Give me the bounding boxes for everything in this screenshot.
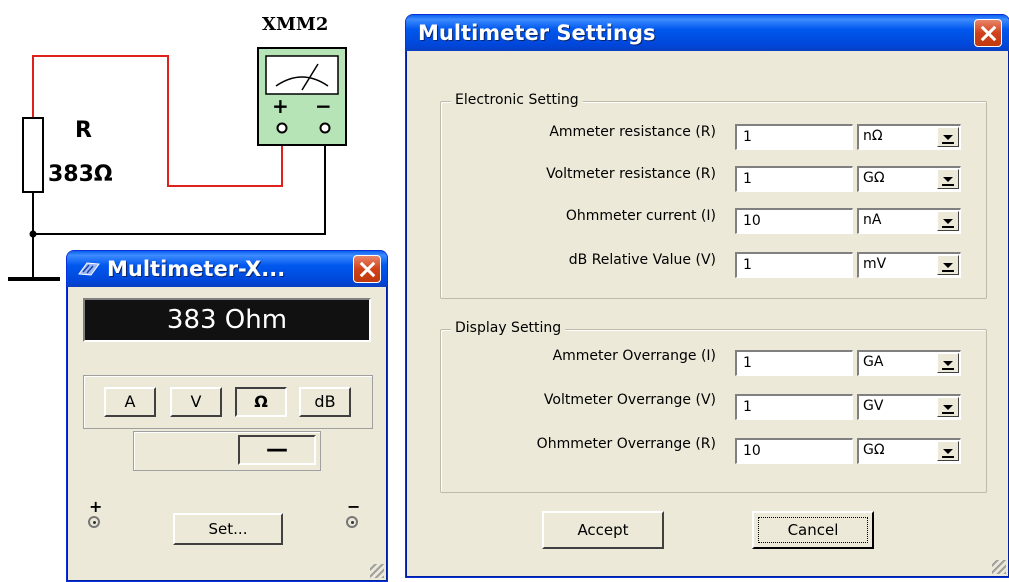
ohmmeter-current-label: Ohmmeter current (I) bbox=[565, 208, 716, 224]
chevron-down-icon[interactable] bbox=[937, 169, 959, 189]
dc-mode-button[interactable]: — bbox=[238, 435, 316, 465]
set-button[interactable]: Set... bbox=[173, 513, 283, 545]
voltmeter-overrange-label: Voltmeter Overrange (V) bbox=[543, 392, 716, 408]
signal-mode-panel: — bbox=[133, 431, 321, 471]
electronic-group-label: Electronic Setting bbox=[451, 92, 583, 108]
ammeter-overrange-label: Ammeter Overrange (I) bbox=[552, 348, 716, 364]
resistor-value: 383Ω bbox=[48, 162, 113, 187]
junction-node bbox=[29, 230, 37, 238]
multimeter-titlebar[interactable]: Multimeter-X... bbox=[67, 251, 387, 287]
multisim-app-icon bbox=[78, 262, 100, 276]
accept-button[interactable]: Accept bbox=[542, 511, 664, 549]
ohmmeter-mode-button[interactable]: Ω bbox=[235, 387, 287, 417]
multimeter-close-icon[interactable] bbox=[353, 255, 381, 283]
ammeter-resistance-unit-select[interactable]: nΩ bbox=[857, 124, 961, 150]
resistor-name: R bbox=[75, 118, 92, 143]
terminal-minus-label: − bbox=[347, 497, 361, 516]
multimeter-title: Multimeter-X... bbox=[107, 257, 286, 281]
ohmmeter-overrange-input[interactable]: 10 bbox=[735, 438, 853, 464]
db-relative-value-label: dB Relative Value (V) bbox=[568, 252, 716, 268]
settings-close-icon[interactable] bbox=[974, 19, 1002, 47]
chevron-down-icon[interactable] bbox=[937, 441, 959, 461]
ammeter-resistance-input[interactable]: 1 bbox=[735, 124, 853, 150]
multimeter-display: 383 Ohm bbox=[83, 298, 371, 342]
resistor-body bbox=[22, 117, 44, 193]
meter-dial bbox=[265, 55, 339, 95]
chevron-down-icon[interactable] bbox=[937, 127, 959, 147]
resize-grip-icon[interactable] bbox=[992, 560, 1006, 574]
db-relative-value-unit-select[interactable]: mV bbox=[857, 252, 961, 278]
settings-titlebar[interactable]: Multimeter Settings bbox=[406, 15, 1009, 51]
ammeter-mode-button[interactable]: A bbox=[104, 387, 156, 417]
display-setting-group: Display Setting Ammeter Overrange (I) 1 … bbox=[440, 320, 987, 493]
electronic-setting-group: Electronic Setting Ammeter resistance (R… bbox=[440, 92, 987, 299]
voltmeter-resistance-label: Voltmeter resistance (R) bbox=[546, 166, 716, 182]
decibel-mode-button[interactable]: dB bbox=[299, 387, 351, 417]
meter-minus-label: − bbox=[315, 94, 332, 118]
ohmmeter-overrange-unit-select[interactable]: GΩ bbox=[857, 438, 961, 464]
negative-terminal-icon[interactable] bbox=[346, 516, 358, 528]
voltmeter-mode-button[interactable]: V bbox=[170, 387, 222, 417]
multimeter-window: Multimeter-X... 383 Ohm A V Ω dB — + − S… bbox=[66, 250, 388, 582]
terminal-plus-label: + bbox=[89, 497, 103, 516]
positive-terminal-icon[interactable] bbox=[88, 516, 100, 528]
voltmeter-overrange-unit-select[interactable]: GV bbox=[857, 394, 961, 420]
mode-panel: A V Ω dB bbox=[83, 375, 373, 429]
voltmeter-resistance-unit-select[interactable]: GΩ bbox=[857, 166, 961, 192]
ammeter-overrange-unit-select[interactable]: GA bbox=[857, 350, 961, 376]
chevron-down-icon[interactable] bbox=[937, 397, 959, 417]
meter-plus-label: + bbox=[272, 94, 289, 118]
instrument-label: XMM2 bbox=[262, 14, 329, 35]
voltmeter-overrange-input[interactable]: 1 bbox=[735, 394, 853, 420]
settings-dialog: Multimeter Settings Electronic Setting A… bbox=[405, 14, 1009, 578]
ohmmeter-current-unit-select[interactable]: nA bbox=[857, 208, 961, 234]
db-relative-value-input[interactable]: 1 bbox=[735, 252, 853, 278]
voltmeter-resistance-input[interactable]: 1 bbox=[735, 166, 853, 192]
ammeter-overrange-input[interactable]: 1 bbox=[735, 350, 853, 376]
ammeter-resistance-label: Ammeter resistance (R) bbox=[549, 124, 716, 140]
meter-terminal-plus bbox=[276, 122, 288, 134]
ohmmeter-overrange-label: Ohmmeter Overrange (R) bbox=[536, 436, 716, 452]
chevron-down-icon[interactable] bbox=[937, 211, 959, 231]
meter-terminal-minus bbox=[319, 122, 331, 134]
display-group-label: Display Setting bbox=[451, 320, 566, 336]
cancel-button[interactable]: Cancel bbox=[752, 511, 874, 549]
ohmmeter-current-input[interactable]: 10 bbox=[735, 208, 853, 234]
settings-title: Multimeter Settings bbox=[418, 21, 656, 45]
chevron-down-icon[interactable] bbox=[937, 255, 959, 275]
chevron-down-icon[interactable] bbox=[937, 353, 959, 373]
